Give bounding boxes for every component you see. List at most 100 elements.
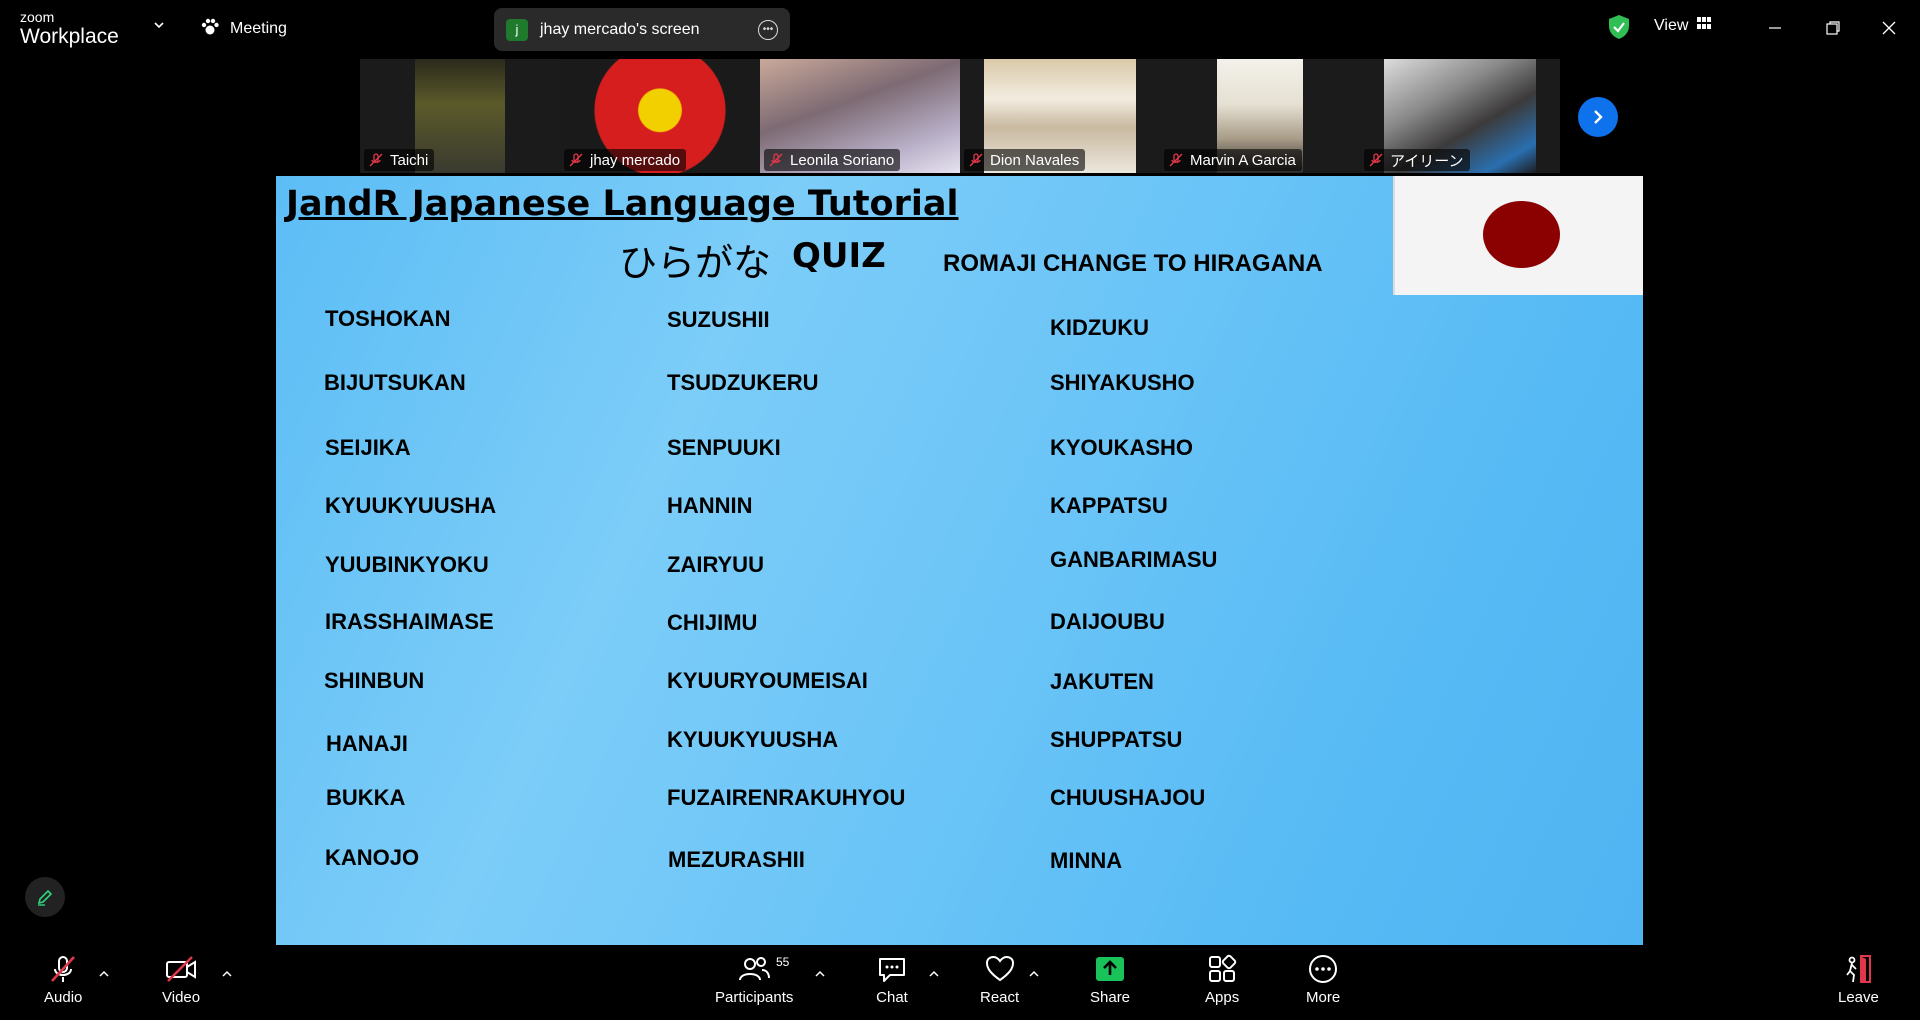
slide-instruction: ROMAJI CHANGE TO HIRAGANA bbox=[943, 250, 1323, 277]
slide-subtitle-quiz: QUIZ bbox=[792, 236, 886, 276]
quiz-word: KIDZUKU bbox=[1050, 315, 1149, 340]
meeting-label: Meeting bbox=[230, 20, 287, 37]
react-button[interactable]: React bbox=[980, 953, 1019, 1006]
chat-button[interactable]: Chat bbox=[876, 953, 908, 1006]
quiz-word: GANBARIMASU bbox=[1050, 547, 1218, 572]
quiz-word: BUKKA bbox=[326, 785, 406, 810]
pencil-icon bbox=[37, 889, 53, 906]
zoom-window: zoom Workplace Meeting j jhay mercado's … bbox=[0, 0, 1920, 1020]
chevron-up-icon[interactable] bbox=[98, 967, 110, 979]
participants-label: Participants bbox=[715, 989, 794, 1006]
next-page-button[interactable] bbox=[1578, 97, 1618, 137]
more-options-icon[interactable]: ••• bbox=[758, 19, 778, 40]
participant-tile[interactable]: Marvin A Garcia bbox=[1160, 59, 1360, 173]
quiz-word: CHUUSHAJOU bbox=[1050, 785, 1206, 810]
quiz-word: SENPUUKI bbox=[667, 435, 781, 460]
chat-icon bbox=[879, 958, 905, 982]
quiz-word: ZAIRYUU bbox=[667, 552, 764, 577]
share-label: Share bbox=[1090, 989, 1131, 1006]
zoom-logo: zoom Workplace bbox=[20, 10, 119, 47]
quiz-word: KYOUKASHO bbox=[1050, 435, 1194, 460]
chevron-up-icon[interactable] bbox=[221, 967, 233, 979]
mic-off-icon bbox=[1369, 153, 1383, 167]
participants-count: 55 bbox=[776, 955, 790, 969]
quiz-word: KYUUKYUUSHA bbox=[667, 727, 839, 752]
video-off-icon bbox=[166, 956, 197, 982]
more-button[interactable]: More bbox=[1306, 953, 1340, 1006]
mic-off-icon bbox=[369, 153, 383, 167]
share-button[interactable]: Share bbox=[1090, 953, 1130, 1006]
leave-label: Leave bbox=[1838, 989, 1879, 1006]
screen-owner-avatar: j bbox=[506, 18, 528, 41]
quiz-word: SHIYAKUSHO bbox=[1050, 370, 1195, 395]
slide-subtitle-hiragana: ひらがな bbox=[619, 241, 772, 285]
chevron-up-icon[interactable] bbox=[1028, 967, 1040, 979]
react-label: React bbox=[980, 989, 1020, 1006]
leave-button[interactable]: Leave bbox=[1838, 953, 1879, 1006]
mic-off-icon bbox=[569, 153, 583, 167]
participant-tile-active-speaker[interactable]: jhay mercado bbox=[560, 59, 760, 173]
heart-icon bbox=[985, 955, 1014, 982]
more-icon bbox=[1309, 955, 1338, 983]
quiz-word: BIJUTSUKAN bbox=[324, 370, 466, 395]
participant-name: Leonila Soriano bbox=[790, 151, 895, 169]
quiz-word: KYUURYOUMEISAI bbox=[667, 668, 868, 693]
apps-button[interactable]: Apps bbox=[1205, 953, 1239, 1006]
chat-label: Chat bbox=[876, 989, 908, 1006]
video-label: Video bbox=[162, 989, 201, 1006]
chevron-down-icon[interactable] bbox=[152, 18, 166, 32]
slide-title: JandR Japanese Language Tutorial bbox=[286, 184, 959, 224]
participant-name: Dion Navales bbox=[990, 151, 1080, 169]
participant-name-tag: アイリーン bbox=[1364, 149, 1470, 171]
restore-button[interactable] bbox=[1818, 14, 1848, 42]
quiz-word: MEZURASHII bbox=[668, 847, 805, 872]
participant-name: Marvin A Garcia bbox=[1190, 151, 1296, 169]
view-button[interactable]: View bbox=[1654, 16, 1712, 35]
participant-name-tag: Taichi bbox=[364, 149, 435, 171]
quiz-word: MINNA bbox=[1050, 848, 1123, 873]
meeting-toolbar: Audio Video Participants 55 Chat React S… bbox=[0, 945, 1920, 1020]
participant-strip: Taichi jhay mercado Leonila Soriano Dion… bbox=[360, 59, 1560, 173]
meeting-paw-icon bbox=[200, 17, 220, 42]
participant-tile[interactable]: Leonila Soriano bbox=[760, 59, 960, 173]
more-label: More bbox=[1306, 989, 1341, 1006]
screen-owner-label: jhay mercado's screen bbox=[540, 20, 700, 38]
quiz-word: KYUUKYUUSHA bbox=[325, 493, 497, 518]
chevron-up-icon[interactable] bbox=[814, 967, 826, 979]
leave-door-icon bbox=[1846, 955, 1872, 983]
quiz-word: CHIJIMU bbox=[667, 610, 758, 635]
quiz-word: TSUDZUKERU bbox=[667, 370, 819, 395]
quiz-word: SHINBUN bbox=[324, 668, 425, 693]
quiz-word: SHUPPATSU bbox=[1050, 727, 1183, 752]
logo-bottom-text: Workplace bbox=[20, 25, 119, 48]
minimize-button[interactable] bbox=[1760, 14, 1790, 42]
mic-off-icon bbox=[1169, 153, 1183, 167]
participant-name: Taichi bbox=[390, 151, 429, 169]
video-button[interactable]: Video bbox=[162, 953, 200, 1006]
close-button[interactable] bbox=[1874, 14, 1904, 42]
title-bar: zoom Workplace Meeting j jhay mercado's … bbox=[0, 0, 1920, 58]
participant-name-tag: Marvin A Garcia bbox=[1164, 149, 1302, 171]
quiz-word: JAKUTEN bbox=[1050, 669, 1154, 694]
quiz-word: FUZAIRENRAKUHYOU bbox=[667, 785, 906, 810]
quiz-word: HANAJI bbox=[326, 731, 408, 756]
participant-tile[interactable]: Taichi bbox=[360, 59, 560, 173]
quiz-word: KAPPATSU bbox=[1050, 493, 1168, 518]
meeting-info-button[interactable]: Meeting bbox=[200, 14, 287, 44]
mic-off-icon bbox=[969, 153, 983, 167]
participant-name-tag: Dion Navales bbox=[964, 149, 1086, 171]
shared-screen-slide: JandR Japanese Language Tutorial ひらがな QU… bbox=[276, 176, 1643, 945]
mic-off-icon bbox=[769, 153, 783, 167]
chevron-up-icon[interactable] bbox=[928, 967, 940, 979]
audio-button[interactable]: Audio bbox=[44, 953, 82, 1006]
encryption-shield-icon[interactable] bbox=[1607, 14, 1631, 40]
participant-tile[interactable]: アイリーン bbox=[1360, 59, 1560, 173]
japan-flag-image bbox=[1393, 176, 1643, 295]
screen-share-pill[interactable]: j jhay mercado's screen ••• bbox=[494, 8, 790, 51]
participant-tile[interactable]: Dion Navales bbox=[960, 59, 1160, 173]
logo-top-text: zoom bbox=[20, 9, 55, 25]
quiz-word: KANOJO bbox=[325, 845, 420, 870]
annotate-button[interactable] bbox=[25, 877, 65, 917]
participant-name-tag: jhay mercado bbox=[564, 149, 687, 171]
participants-icon bbox=[739, 957, 771, 981]
